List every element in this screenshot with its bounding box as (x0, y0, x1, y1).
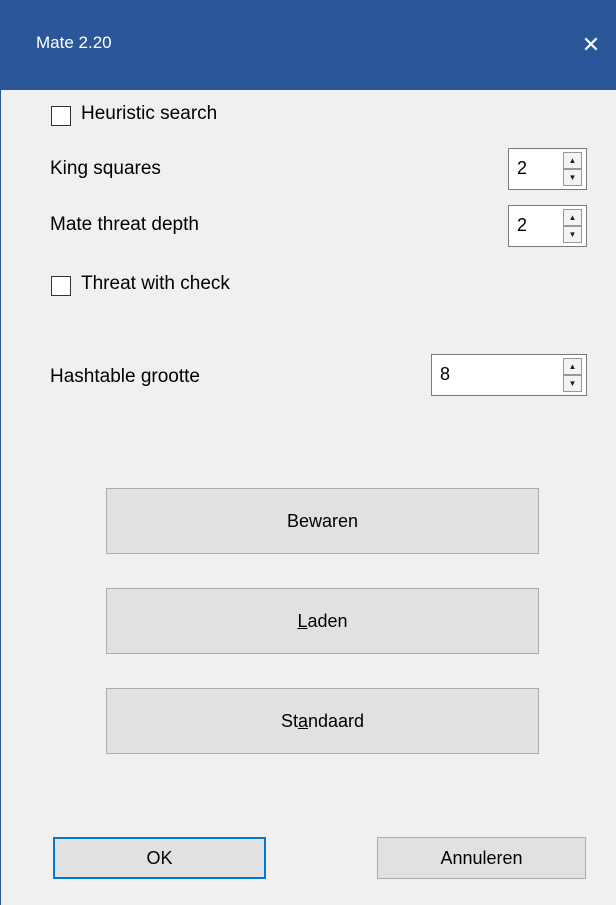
heuristic-search-label: Heuristic search (81, 103, 218, 124)
hashtable-size-value[interactable]: 8 (440, 364, 450, 385)
mate-threat-depth-spinner[interactable]: 2 ▲ ▼ (508, 205, 587, 247)
threat-with-check-checkbox[interactable] (51, 276, 71, 296)
hashtable-size-spinner[interactable]: 8 ▲ ▼ (431, 354, 587, 396)
cancel-button[interactable]: Annuleren (377, 837, 586, 879)
window-title: Mate 2.20 (36, 33, 112, 52)
default-settings-button-label: Standaard (280, 710, 365, 731)
close-icon[interactable]: ✕ (565, 23, 616, 67)
mate-threat-depth-down-icon[interactable]: ▼ (563, 226, 582, 243)
mate-threat-depth-up-icon[interactable]: ▲ (563, 209, 582, 226)
hashtable-size-down-icon[interactable]: ▼ (563, 375, 582, 392)
king-squares-label: King squares (50, 158, 161, 179)
king-squares-down-icon[interactable]: ▼ (563, 169, 582, 186)
save-button[interactable]: Bewaren (106, 488, 539, 554)
load-button-label: Laden (297, 610, 348, 631)
hashtable-size-up-icon[interactable]: ▲ (563, 358, 582, 375)
load-button[interactable]: Laden (106, 588, 539, 654)
ok-button[interactable]: OK (53, 837, 266, 879)
king-squares-spinner[interactable]: 2 ▲ ▼ (508, 148, 587, 190)
threat-with-check-label: Threat with check (81, 273, 230, 294)
mate-threat-depth-label: Mate threat depth (50, 214, 199, 235)
king-squares-value[interactable]: 2 (517, 158, 527, 179)
heuristic-search-checkbox[interactable] (51, 106, 71, 126)
hashtable-size-label: Hashtable grootte (50, 366, 200, 387)
cancel-button-label: Annuleren (440, 847, 523, 868)
title-bar: Mate 2.20 ✕ (1, 0, 616, 90)
ok-button-label: OK (146, 847, 173, 868)
dialog-window: Mate 2.20 ✕ Heuristic search King square… (0, 0, 616, 905)
save-button-label: Bewaren (286, 510, 359, 531)
king-squares-up-icon[interactable]: ▲ (563, 152, 582, 169)
default-settings-button[interactable]: Standaard (106, 688, 539, 754)
mate-threat-depth-value[interactable]: 2 (517, 215, 527, 236)
